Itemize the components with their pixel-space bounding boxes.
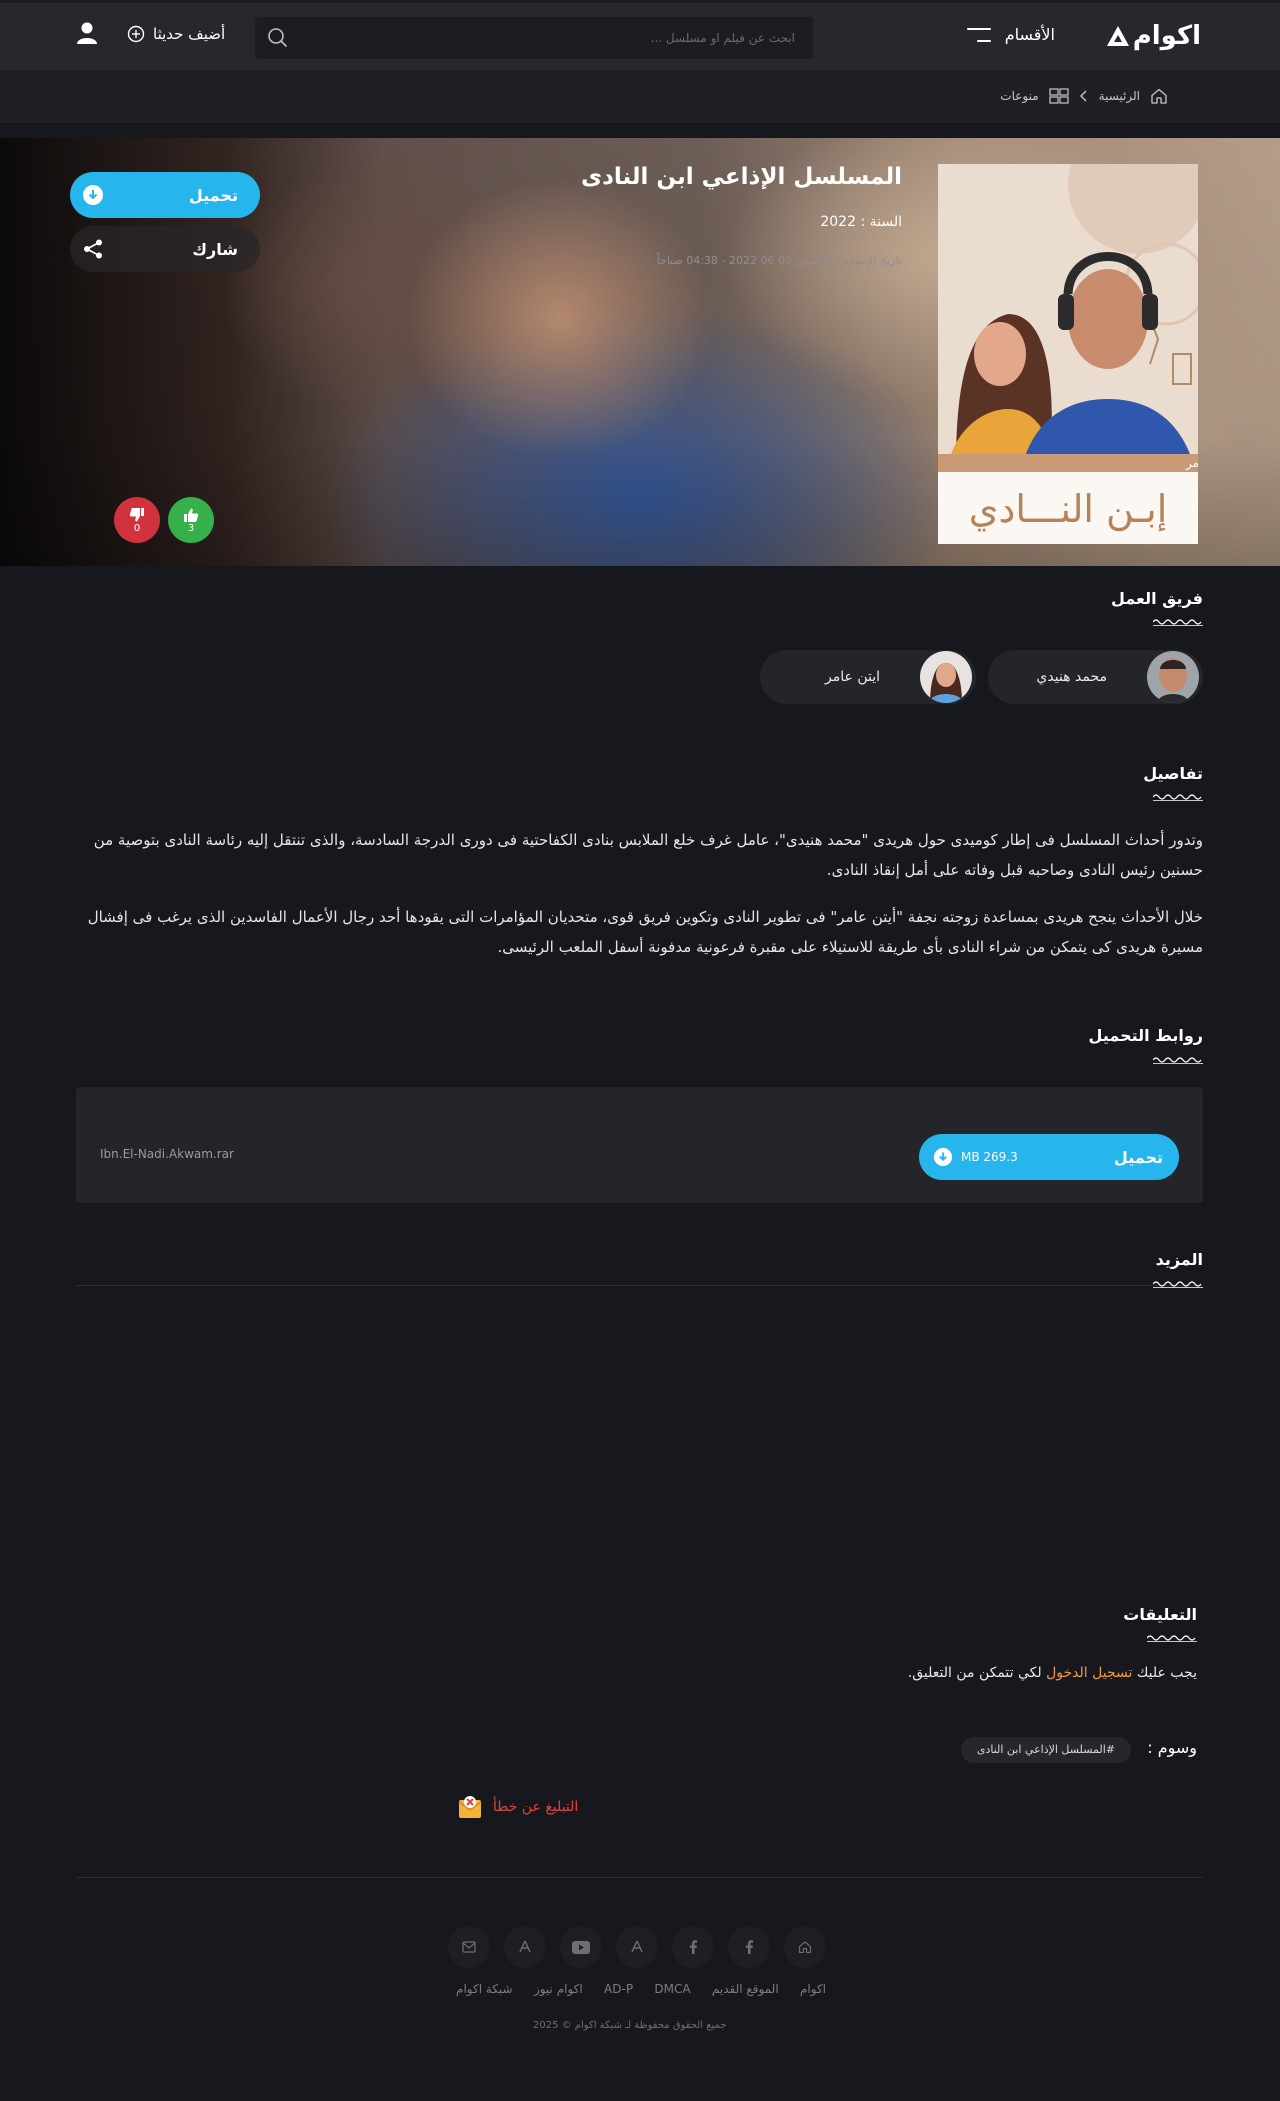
year-value: 2022	[820, 214, 856, 230]
comments-note-suffix: لكي تتمكن من التعليق.	[907, 1665, 1042, 1681]
squiggle-divider	[1153, 794, 1203, 801]
section-title-details: تفاصيل	[1143, 764, 1203, 783]
facebook-icon[interactable]	[672, 1926, 714, 1968]
copyright: جميع الحقوق محفوظة لـ شبكة اكوام © 2025	[533, 2020, 727, 2031]
thumbs-down-icon	[129, 507, 144, 521]
footer-link[interactable]: AD-P	[604, 1982, 633, 1996]
poster-logo-text: إبـن النـــادي	[969, 487, 1168, 532]
footer-link[interactable]: الموقع القديم	[712, 1982, 779, 1996]
categories-menu-label: الأقسام	[1004, 25, 1055, 44]
tags-label: وسوم :	[1147, 1738, 1197, 1757]
breadcrumb-home[interactable]: الرئيسية	[1099, 89, 1140, 103]
file-name: Ibn.El-Nadi.Akwam.rar	[100, 1147, 234, 1161]
download-icon	[933, 1147, 953, 1167]
breadcrumb-bar: الرئيسية منوعات	[0, 70, 1280, 124]
divider	[76, 1285, 1203, 1286]
hero-section: محمد هنيدي - أيتن عامر إبـن النـــادي ال…	[0, 138, 1280, 566]
footer-links: اكوام الموقع القديم DMCA AD-P اكوام نيوز…	[456, 1982, 826, 1996]
added-date-value: الخميس 09 06 2022 - 04:38 صباحاً	[656, 254, 833, 267]
share-button[interactable]: شارك	[70, 226, 260, 272]
like-count: 3	[187, 522, 195, 534]
breadcrumb-category[interactable]: منوعات	[1000, 89, 1038, 103]
file-size-wrap: MB 269.3	[933, 1147, 1018, 1167]
poster-cast-caption: محمد هنيدي - أيتن عامر	[1185, 455, 1198, 471]
app-store-icon[interactable]	[616, 1926, 658, 1968]
facebook-icon[interactable]	[728, 1926, 770, 1968]
footer-link[interactable]: DMCA	[654, 1982, 690, 1996]
site-logo[interactable]: اكوام	[1106, 21, 1202, 51]
categories-menu-button[interactable]: الأقسام	[966, 25, 1055, 44]
file-download-label: تحميل	[1113, 1147, 1163, 1167]
dislike-count: 0	[133, 522, 141, 534]
comments-note-prefix: يجب عليك	[1136, 1665, 1197, 1681]
squiggle-divider	[1147, 1635, 1197, 1642]
share-icon	[84, 239, 102, 259]
section-title-more: المزيد	[1155, 1250, 1203, 1269]
dislike-button[interactable]: 0	[114, 497, 160, 543]
year-label: السنة :	[860, 214, 902, 230]
like-button[interactable]: 3	[168, 497, 214, 543]
report-error-link[interactable]: التبليغ عن خطأ	[457, 1794, 578, 1820]
footer-link[interactable]: اكوام	[800, 1982, 826, 1996]
top-header: اكوام الأقسام أضيف حديثا	[0, 0, 1280, 70]
download-icon	[83, 185, 103, 205]
app-store-icon[interactable]	[504, 1926, 546, 1968]
chevron-left-icon	[1079, 90, 1087, 102]
file-size: MB 269.3	[961, 1150, 1018, 1164]
logo-text: اكوام	[1132, 21, 1202, 51]
details-paragraph: وتدور أحداث المسلسل فى إطار كوميدى حول ه…	[93, 831, 1203, 879]
file-download-button[interactable]: تحميل MB 269.3	[919, 1134, 1179, 1180]
squiggle-divider	[1153, 1281, 1203, 1288]
download-link-row: تحميل MB 269.3 Ibn.El-Nadi.Akwam.rar	[76, 1087, 1203, 1203]
cast-card[interactable]: محمد هنيدي	[988, 650, 1203, 704]
download-button[interactable]: تحميل	[70, 172, 260, 218]
page-title: المسلسل الإذاعي ابن النادى	[580, 164, 902, 190]
social-links	[448, 1926, 826, 1968]
add-recent-label: أضيف حديثا	[153, 25, 226, 43]
section-title-downloads: روابط التحميل	[1088, 1026, 1203, 1045]
download-button-label: تحميل	[188, 185, 238, 205]
add-recent-link[interactable]: أضيف حديثا	[127, 25, 225, 43]
cast-name: محمد هنيدي	[1036, 669, 1107, 685]
home-icon[interactable]	[784, 1926, 826, 1968]
search-bar	[255, 17, 813, 59]
added-date: تاريخ الإضافة : الخميس 09 06 2022 - 04:3…	[657, 254, 902, 267]
squiggle-divider	[1153, 619, 1203, 626]
youtube-icon[interactable]	[560, 1926, 602, 1968]
search-icon[interactable]	[265, 25, 291, 51]
footer-divider	[76, 1877, 1203, 1878]
plus-circle-icon	[127, 25, 145, 43]
added-date-label: تاريخ الإضافة :	[836, 254, 902, 267]
squiggle-divider	[1153, 1057, 1203, 1064]
alert-mail-icon	[458, 1796, 482, 1818]
tag-chip[interactable]: #المسلسل الإذاعي ابن النادى	[960, 1737, 1131, 1763]
section-title-comments: التعليقات	[1123, 1605, 1197, 1624]
avatar	[920, 651, 972, 703]
share-button-label: شارك	[192, 239, 238, 259]
comments-login-note: يجب عليك تسجيل الدخول لكي تتمكن من التعل…	[908, 1665, 1197, 1681]
user-icon[interactable]	[76, 21, 98, 45]
cast-name: ايتن عامر	[825, 669, 880, 685]
footer-link[interactable]: اكوام نيوز	[534, 1982, 583, 1996]
mail-icon[interactable]	[448, 1926, 490, 1968]
logo-triangle-icon	[1106, 26, 1129, 46]
thumbs-up-icon	[184, 508, 199, 522]
section-title-cast: فريق العمل	[1111, 589, 1203, 608]
report-error-label: التبليغ عن خطأ	[493, 1799, 579, 1815]
login-link[interactable]: تسجيل الدخول	[1046, 1665, 1132, 1681]
details-paragraph: خلال الأحداث ينجح هريدى بمساعدة زوجته نج…	[87, 908, 1203, 956]
breadcrumb: الرئيسية منوعات	[1000, 87, 1168, 105]
home-icon[interactable]	[1150, 87, 1168, 105]
grid-icon	[1049, 88, 1069, 104]
search-input[interactable]	[303, 17, 813, 59]
poster-image: محمد هنيدي - أيتن عامر إبـن النـــادي	[938, 164, 1198, 544]
footer-link[interactable]: شبكة اكوام	[456, 1982, 513, 1996]
hamburger-icon	[966, 27, 991, 42]
avatar	[1147, 651, 1199, 703]
release-year: السنة : 2022	[820, 214, 902, 230]
cast-card[interactable]: ايتن عامر	[760, 650, 976, 704]
